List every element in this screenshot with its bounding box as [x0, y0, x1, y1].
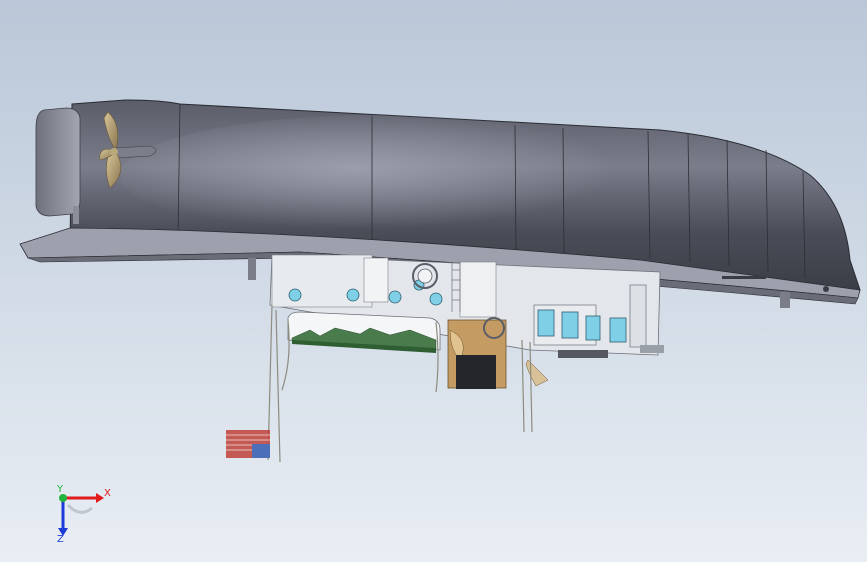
x-axis-arrowhead [96, 493, 104, 503]
ship-model-scene[interactable]: X Y Z [0, 0, 867, 562]
rudder[interactable] [35, 107, 81, 224]
coordinate-triad: X Y Z [56, 484, 111, 545]
y-axis-dot [59, 494, 67, 502]
3d-viewport[interactable]: X Y Z [0, 0, 867, 562]
stair-block [226, 430, 270, 458]
x-axis-label: X [104, 488, 111, 499]
y-axis-label: Y [56, 484, 64, 495]
lounge-compartment [287, 311, 441, 353]
z-axis-label: Z [57, 534, 64, 545]
